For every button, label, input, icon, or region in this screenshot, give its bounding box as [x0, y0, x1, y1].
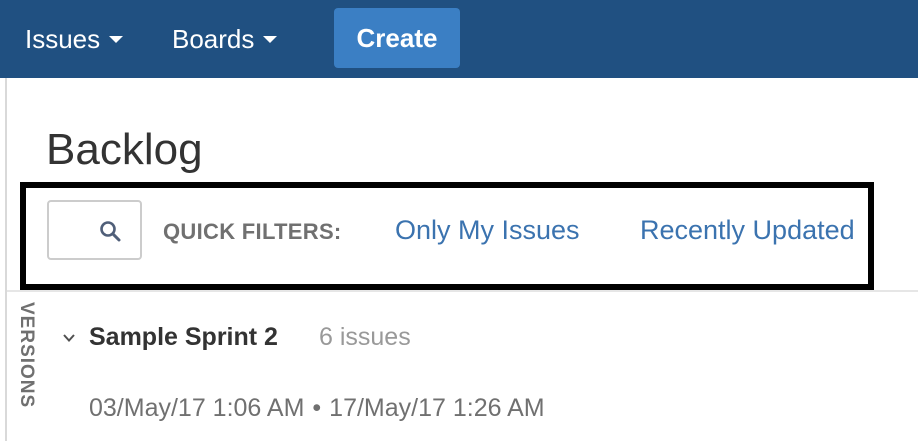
sprint-name[interactable]: Sample Sprint 2 [89, 323, 278, 352]
caret-down-icon [109, 35, 124, 43]
sprint-dates: 03/May/17 1:06 AM • 17/May/17 1:26 AM [89, 394, 545, 423]
top-navigation-bar: Issues Boards Create [0, 0, 918, 78]
filter-recently-updated[interactable]: Recently Updated [640, 215, 864, 246]
quick-filter-search-input[interactable] [47, 200, 142, 260]
section-divider [7, 290, 918, 292]
left-divider [5, 78, 7, 441]
boards-menu[interactable]: Boards [172, 0, 278, 78]
chevron-down-icon[interactable] [62, 331, 76, 345]
create-button[interactable]: Create [334, 8, 460, 68]
boards-menu-label: Boards [172, 23, 255, 54]
sprint-start-date: 03/May/17 1:06 AM [89, 394, 305, 422]
page-title: Backlog [46, 125, 203, 174]
search-icon [100, 221, 121, 242]
caret-down-icon [263, 35, 278, 43]
filter-only-my-issues[interactable]: Only My Issues [395, 215, 580, 246]
versions-tab-label: VERSIONS [16, 302, 37, 409]
versions-panel-tab[interactable]: VERSIONS [9, 300, 43, 441]
sprint-issue-count: 6 issues [319, 323, 411, 351]
date-separator: • [312, 394, 322, 422]
quick-filters-label: QUICK FILTERS: [163, 219, 342, 244]
issues-menu-label: Issues [25, 23, 101, 54]
issues-menu[interactable]: Issues [25, 0, 124, 78]
sprint-end-date: 17/May/17 1:26 AM [329, 394, 545, 422]
